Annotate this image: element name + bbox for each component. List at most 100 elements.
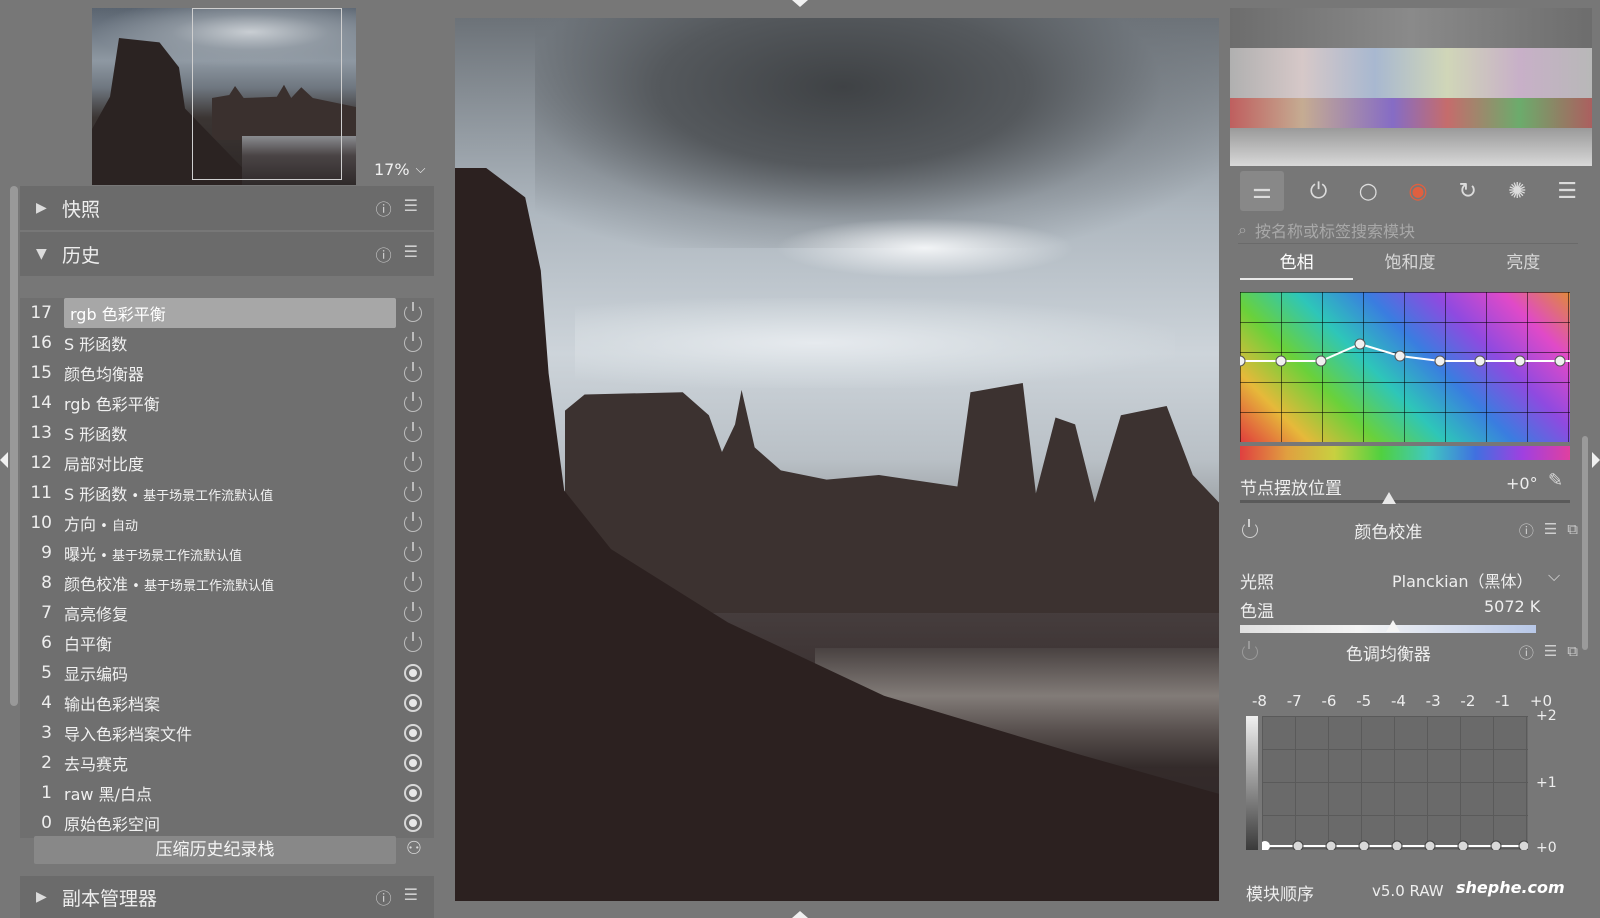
hamburger-menu-icon[interactable]: ☰ [404,885,418,909]
hue-node[interactable] [1394,350,1406,362]
chevron-down-icon[interactable]: ⌵ [1548,566,1560,586]
always-on-icon[interactable] [404,783,422,802]
right-panel-toggle-icon[interactable] [1592,452,1600,468]
tab-hue[interactable]: 色相 [1240,248,1354,280]
hue-node[interactable] [1275,355,1287,367]
color-calibration-header[interactable]: 颜色校准 ⓘ ☰ ⧉ [1230,512,1592,548]
circle-icon[interactable]: ○ [1353,176,1383,206]
tone-node[interactable] [1292,840,1304,850]
histogram[interactable] [1230,8,1592,166]
color-picker-icon[interactable]: ✎ [1548,470,1563,491]
rotate-icon[interactable]: ↻ [1453,176,1483,206]
hue-node[interactable] [1554,355,1566,367]
history-item[interactable]: 9 曝光 • 基于场景工作流默认值 [20,538,434,567]
power-icon[interactable] [404,631,422,652]
sliders-icon[interactable]: ⚌ [1239,171,1284,211]
tone-node[interactable] [1424,840,1436,850]
multi-instance-icon[interactable]: ⧉ [1567,520,1578,541]
history-item[interactable]: 6 白平衡 [20,628,434,657]
tone-equalizer-graph[interactable] [1262,716,1528,850]
power-icon[interactable] [1242,641,1258,660]
history-item[interactable]: 2 去马赛克 [20,748,434,777]
history-item[interactable]: 3 导入色彩档案文件 [20,718,434,747]
hamburger-menu-icon[interactable]: ☰ [404,242,418,266]
duplicate-manager-section-header[interactable]: ▶ 副本管理器 ⓘ ☰ [20,876,434,918]
hue-node[interactable] [1315,355,1327,367]
always-on-icon[interactable] [404,753,422,772]
power-icon[interactable] [404,451,422,472]
zoom-dropdown[interactable]: 17% ⌵ [374,160,425,179]
power-icon[interactable] [404,361,422,382]
history-item[interactable]: 11 S 形函数 • 基于场景工作流默认值 [20,478,434,507]
history-item[interactable]: 13 S 形函数 [20,418,434,447]
history-item[interactable]: 5 显示编码 [20,658,434,687]
navigator-viewport-frame[interactable] [192,8,342,180]
power-icon[interactable] [404,331,422,352]
tone-node[interactable] [1457,840,1469,850]
history-item[interactable]: 1 raw 黑/白点 [20,778,434,807]
history-item[interactable]: 0 原始色彩空间 [20,808,434,837]
multi-instance-icon[interactable]: ⧉ [1567,642,1578,663]
history-item[interactable]: 4 输出色彩档案 [20,688,434,717]
node-position-slider[interactable] [1240,500,1570,503]
always-on-icon[interactable] [404,723,422,742]
node-position-slider-handle[interactable] [1382,492,1396,504]
power-icon[interactable] [404,571,422,592]
compress-history-icon[interactable]: ⚇ [402,838,426,862]
hamburger-menu-icon[interactable]: ☰ [1552,176,1582,206]
tone-node[interactable] [1518,840,1528,850]
illuminant-select[interactable]: Planckian（黑体） [1392,568,1533,592]
tone-node[interactable] [1262,841,1270,850]
hue-node[interactable] [1514,355,1526,367]
bottom-panel-toggle-icon[interactable] [792,911,808,918]
compress-history-button[interactable]: 压缩历史纪录栈 [34,836,396,864]
tab-brightness[interactable]: 亮度 [1467,248,1580,280]
main-image-view[interactable] [455,18,1219,901]
always-on-icon[interactable] [404,663,422,682]
left-panel-toggle-icon[interactable] [0,452,8,468]
tone-node[interactable] [1490,840,1502,850]
hue-node[interactable] [1354,338,1366,350]
tone-node[interactable] [1391,840,1403,850]
effects-icon[interactable]: ✺ [1502,176,1532,206]
hamburger-menu-icon[interactable]: ☰ [404,196,418,220]
hue-node[interactable] [1434,355,1446,367]
power-icon[interactable] [404,391,422,412]
always-on-icon[interactable] [404,813,422,832]
tone-node[interactable] [1325,840,1337,850]
reset-icon[interactable]: ⓘ [1519,642,1534,663]
snapshots-section-header[interactable]: ▶ 快照 ⓘ ☰ [20,186,434,230]
node-position-value[interactable]: +0° [1506,474,1538,493]
tab-saturation[interactable]: 饱和度 [1353,248,1466,280]
history-section-header[interactable]: ▼ 历史 ⓘ ☰ [20,232,434,276]
reset-icon[interactable]: ⓘ [376,242,392,266]
module-order-value[interactable]: v5.0 RAW [1372,882,1444,900]
power-icon[interactable] [404,301,422,322]
module-search[interactable]: ⌕ 按名称或标签搜索模块 [1238,216,1578,244]
hue-curve-graph[interactable] [1240,292,1570,442]
left-panel-scrollbar[interactable] [10,186,18,706]
history-item[interactable]: 17 rgb 色彩平衡 [20,297,434,328]
tone-equalizer-header[interactable]: 色调均衡器 ⓘ ☰ ⧉ [1230,634,1592,670]
history-item[interactable]: 16 S 形函数 [20,328,434,357]
power-icon[interactable] [404,511,422,532]
hue-node[interactable] [1474,355,1486,367]
right-panel-scrollbar[interactable] [1582,436,1588,650]
reset-icon[interactable]: ⓘ [376,196,392,220]
history-item[interactable]: 15 颜色均衡器 [20,358,434,387]
tone-node[interactable] [1358,840,1370,850]
power-icon[interactable]: ⏻ [1304,176,1334,206]
top-panel-toggle-icon[interactable] [792,0,808,7]
history-item[interactable]: 14 rgb 色彩平衡 [20,388,434,417]
always-on-icon[interactable] [404,693,422,712]
hue-curve[interactable] [1240,292,1570,442]
history-item[interactable]: 10 方向 • 自动 [20,508,434,537]
hue-node[interactable] [1240,355,1246,367]
temperature-value[interactable]: 5072 K [1484,597,1540,616]
power-icon[interactable] [404,601,422,622]
reset-icon[interactable]: ⓘ [376,885,392,909]
color-wheel-icon[interactable]: ◉ [1403,176,1433,206]
history-item[interactable]: 7 高亮修复 [20,598,434,627]
history-item[interactable]: 8 颜色校准 • 基于场景工作流默认值 [20,568,434,597]
power-icon[interactable] [1242,519,1258,538]
